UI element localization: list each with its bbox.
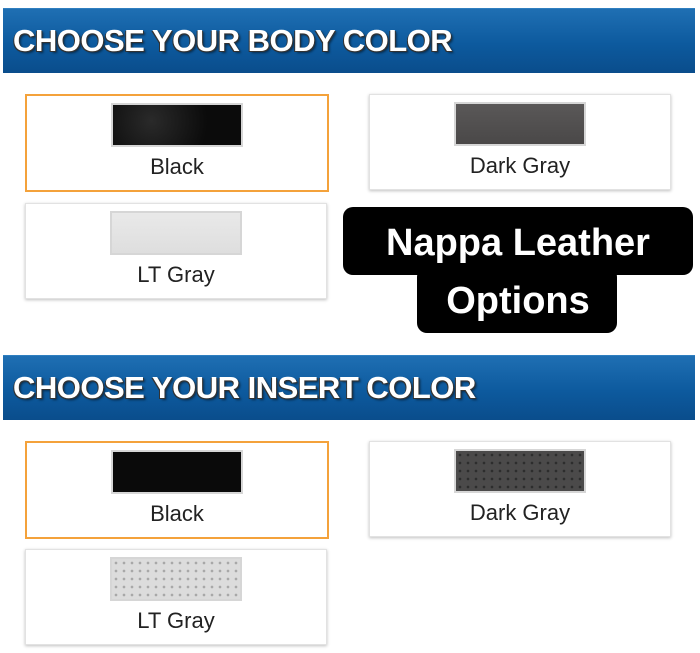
body-color-header: CHOOSE YOUR BODY COLOR xyxy=(3,8,695,73)
body-option-dark-gray[interactable]: Dark Gray xyxy=(369,94,671,190)
dark-gray-leather-swatch xyxy=(454,102,586,146)
option-label: Dark Gray xyxy=(469,500,571,525)
lt-gray-perforated-swatch xyxy=(110,557,242,601)
insert-option-lt-gray[interactable]: LT Gray xyxy=(25,549,327,645)
black-perforated-swatch xyxy=(111,450,243,494)
black-leather-swatch xyxy=(111,103,243,147)
dark-gray-perforated-swatch xyxy=(454,449,586,493)
banner-edge xyxy=(695,355,700,419)
nappa-leather-badge: Nappa Leather Options xyxy=(343,207,693,333)
insert-color-title: CHOOSE YOUR INSERT COLOR xyxy=(13,370,476,405)
insert-option-dark-gray[interactable]: Dark Gray xyxy=(369,441,671,537)
option-label: Black xyxy=(150,501,204,526)
insert-option-black[interactable]: Black xyxy=(25,441,329,539)
body-color-title: CHOOSE YOUR BODY COLOR xyxy=(13,23,453,58)
lt-gray-leather-swatch xyxy=(110,211,242,255)
insert-color-header: CHOOSE YOUR INSERT COLOR xyxy=(3,355,695,420)
option-label: LT Gray xyxy=(137,608,215,633)
badge-line-2: Options xyxy=(446,280,590,322)
option-label: Dark Gray xyxy=(469,153,571,178)
option-label: Black xyxy=(150,154,204,179)
option-label: LT Gray xyxy=(137,262,215,287)
body-option-lt-gray[interactable]: LT Gray xyxy=(25,203,327,299)
badge-line-1: Nappa Leather xyxy=(386,222,650,264)
banner-edge xyxy=(695,8,700,72)
body-option-black[interactable]: Black xyxy=(25,94,329,192)
